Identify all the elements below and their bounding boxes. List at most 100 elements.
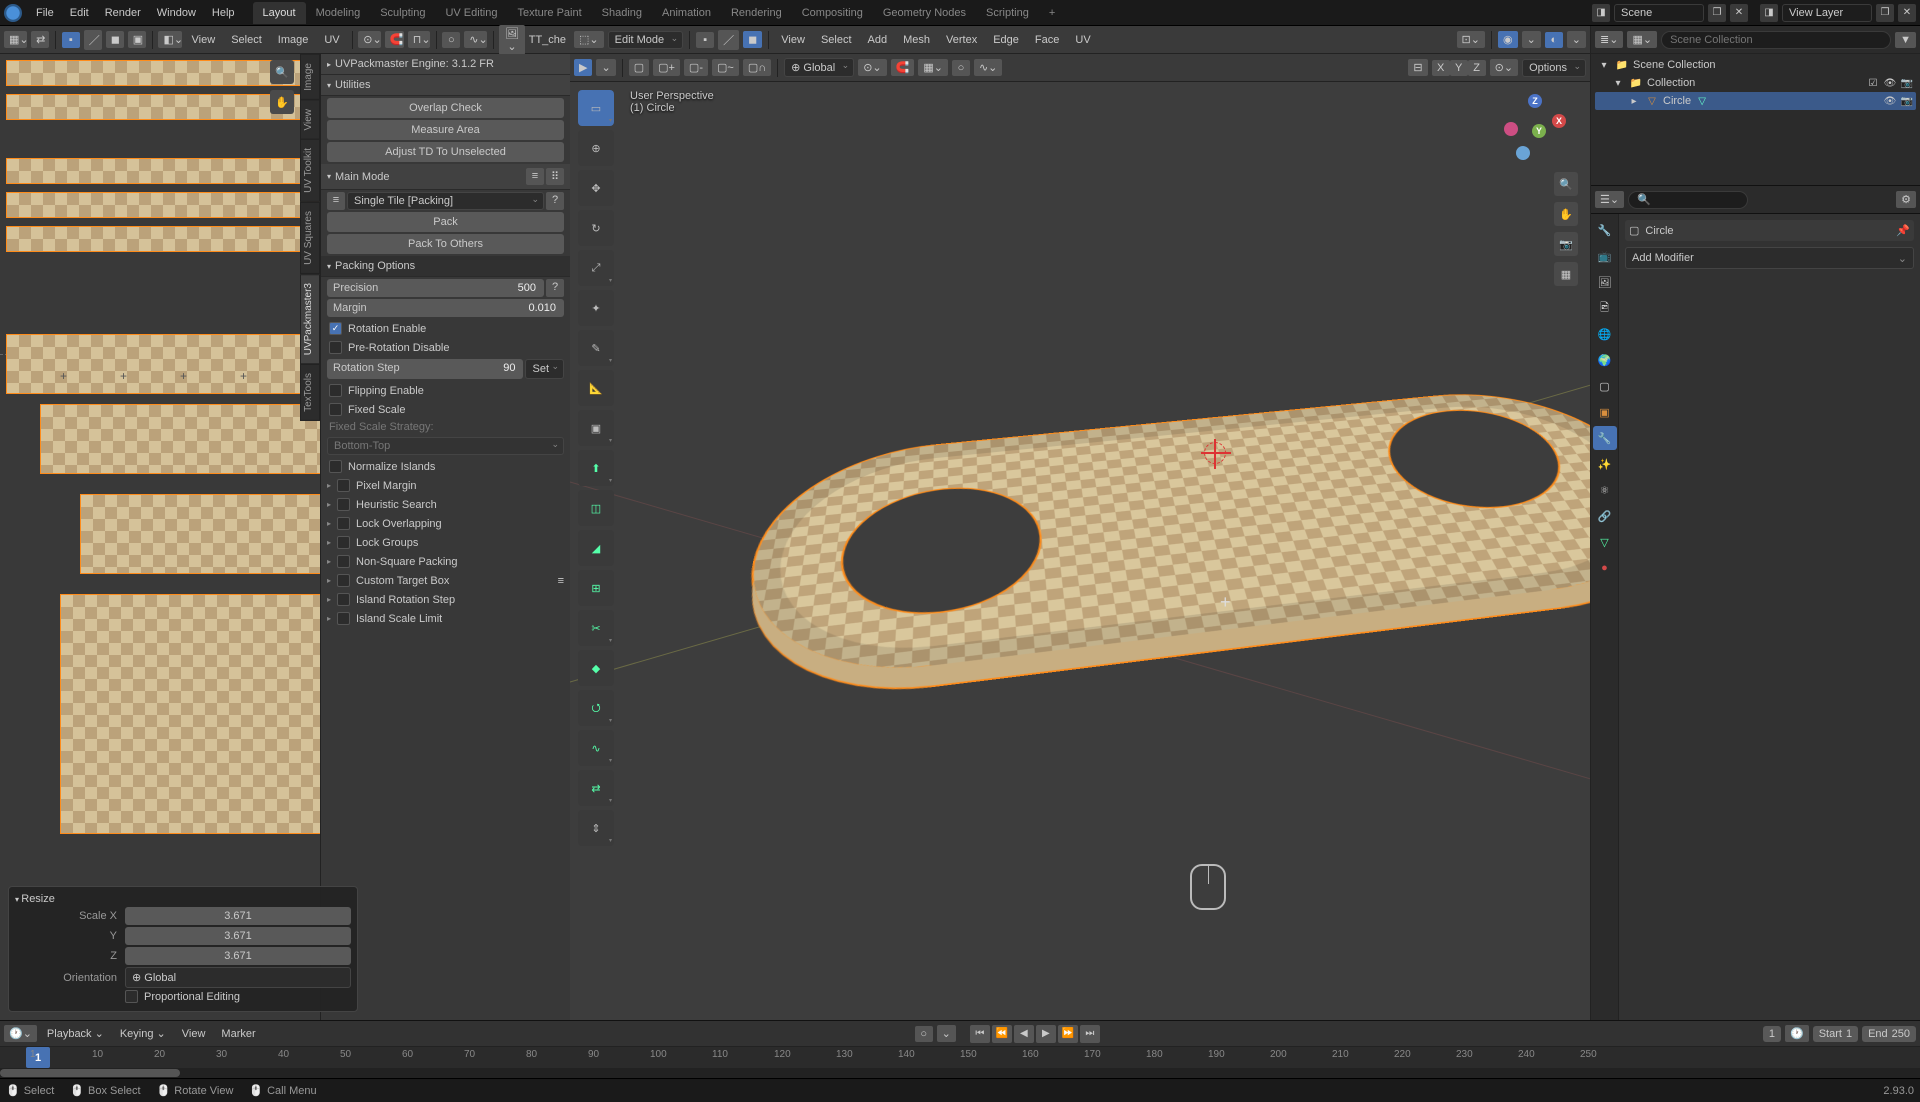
xyz-y[interactable]: Y: [1450, 60, 1468, 76]
gizmo-y[interactable]: Y: [1532, 124, 1546, 138]
overlay-dd-icon[interactable]: ⌄: [1567, 31, 1586, 48]
pan-icon[interactable]: ✋: [270, 90, 294, 114]
tool-transform[interactable]: ✦: [578, 290, 614, 326]
viewlayer-name-input[interactable]: [1782, 4, 1872, 22]
autokey-dd[interactable]: ⌄: [937, 1025, 956, 1042]
tool-annotate[interactable]: ✎▾: [578, 330, 614, 366]
jump-start-icon[interactable]: ⏮: [970, 1025, 990, 1043]
jump-next-key-icon[interactable]: ⏩: [1058, 1025, 1078, 1043]
selmode-vertex[interactable]: ▪: [696, 32, 714, 48]
proportional-checkbox[interactable]: [125, 990, 138, 1003]
tl-menu-view[interactable]: View: [176, 1025, 212, 1043]
mode-help-icon[interactable]: ?: [546, 192, 564, 210]
proptab-constraints[interactable]: 🔗: [1593, 504, 1617, 528]
proptab-scene[interactable]: 🌐: [1593, 322, 1617, 346]
flipping-checkbox[interactable]: Flipping Enable: [321, 381, 570, 400]
tool-loopcut[interactable]: ⊞: [578, 570, 614, 606]
preview-range-icon[interactable]: 🕐: [1785, 1025, 1809, 1042]
tab-geometrynodes[interactable]: Geometry Nodes: [873, 2, 976, 24]
menu-render[interactable]: Render: [97, 3, 149, 23]
props-search-input[interactable]: [1628, 191, 1748, 209]
tab-modeling[interactable]: Modeling: [306, 2, 371, 24]
add-modifier-dropdown[interactable]: Add Modifier: [1625, 247, 1914, 269]
uv-sticky-icon[interactable]: ◧⌄: [158, 31, 181, 48]
select-tool-dd[interactable]: ⌄: [596, 59, 615, 76]
uv-menu-view[interactable]: View: [186, 31, 222, 49]
xyz-x[interactable]: X: [1432, 60, 1450, 76]
camera-icon[interactable]: 📷: [1554, 232, 1578, 256]
packing-options-header[interactable]: ▾Packing Options: [321, 256, 570, 277]
subpanel-custom-target[interactable]: ▸Custom Target Box≡: [321, 571, 570, 590]
tree-collection[interactable]: ▾📁 Collection ☑ 👁 📷: [1595, 74, 1916, 92]
pin-icon[interactable]: 📌: [1896, 224, 1910, 237]
viewlayer-delete-icon[interactable]: ✕: [1898, 4, 1916, 22]
uv-snaptarget-icon[interactable]: ⊓⌄: [408, 31, 430, 48]
uvpm-mainmode-header[interactable]: ▾Main Mode ≡ ⠿: [321, 164, 570, 190]
proptab-object[interactable]: ▢: [1593, 374, 1617, 398]
vp-menu-view[interactable]: View: [775, 31, 811, 49]
mesh-visibility-icon[interactable]: ⊡⌄: [1457, 31, 1485, 48]
tool-measure[interactable]: 📐: [578, 370, 614, 406]
menu-file[interactable]: File: [28, 3, 62, 23]
current-frame-field[interactable]: 1: [1763, 1026, 1781, 1042]
tool-move[interactable]: ✥: [578, 170, 614, 206]
jump-end-icon[interactable]: ⏭: [1080, 1025, 1100, 1043]
selmode-edge[interactable]: ／: [718, 30, 739, 50]
selmode-invert[interactable]: ▢~: [712, 59, 739, 76]
nav-gizmo[interactable]: Z X Y: [1500, 94, 1570, 164]
tl-menu-keying[interactable]: Keying ⌄: [114, 1024, 172, 1043]
orientation-dropdown[interactable]: ⊕ Global: [125, 967, 351, 988]
tool-spin[interactable]: ⭯▾: [578, 690, 614, 726]
snap-toggle[interactable]: 🧲: [891, 59, 915, 76]
tree-object-circle[interactable]: ▸▽ Circle ▽ 👁 📷: [1595, 92, 1916, 110]
tool-bevel[interactable]: ◢: [578, 530, 614, 566]
proptab-mesh[interactable]: ▽: [1593, 530, 1617, 554]
menu-window[interactable]: Window: [149, 3, 204, 23]
tool-rotate[interactable]: ↻: [578, 210, 614, 246]
tool-scale[interactable]: ⤢▾: [578, 250, 614, 286]
subpanel-pixel-margin[interactable]: ▸Pixel Margin: [321, 476, 570, 495]
vp-menu-uv[interactable]: UV: [1069, 31, 1096, 49]
jump-prev-key-icon[interactable]: ⏪: [992, 1025, 1012, 1043]
overlap-check-button[interactable]: Overlap Check: [327, 98, 564, 118]
subpanel-island-rot[interactable]: ▸Island Rotation Step: [321, 590, 570, 609]
scene-new-icon[interactable]: ❐: [1708, 4, 1726, 22]
ortho-icon[interactable]: ▦: [1554, 262, 1578, 286]
start-frame-field[interactable]: Start 1: [1813, 1026, 1858, 1042]
subpanel-heuristic[interactable]: ▸Heuristic Search: [321, 495, 570, 514]
select-tool-icon[interactable]: ▶: [574, 59, 592, 76]
uv-prop-edit-icon[interactable]: ○: [442, 32, 460, 48]
xray-toggle-icon[interactable]: ⊟: [1408, 59, 1427, 76]
subpanel-nonsquare[interactable]: ▸Non-Square Packing: [321, 552, 570, 571]
subpanel-lock-overlap[interactable]: ▸Lock Overlapping: [321, 514, 570, 533]
normalize-islands-checkbox[interactable]: Normalize Islands: [321, 457, 570, 476]
proptab-material[interactable]: ●: [1593, 556, 1617, 580]
resize-title[interactable]: Resize: [15, 893, 351, 905]
ntab-uvsquares[interactable]: UV Squares: [300, 202, 320, 274]
uv-menu-select[interactable]: Select: [225, 31, 268, 49]
tab-scripting[interactable]: Scripting: [976, 2, 1039, 24]
subpanel-island-scale[interactable]: ▸Island Scale Limit: [321, 609, 570, 628]
selmode-sub[interactable]: ▢-: [684, 59, 708, 76]
uv-editor-type-icon[interactable]: ▦⌄: [4, 31, 27, 48]
props-options-icon[interactable]: ⚙: [1896, 191, 1916, 208]
autokey-icon[interactable]: ○: [915, 1026, 933, 1042]
rotation-enable-checkbox[interactable]: Rotation Enable: [321, 319, 570, 338]
tab-sculpting[interactable]: Sculpting: [370, 2, 435, 24]
vp-menu-edge[interactable]: Edge: [987, 31, 1025, 49]
proptab-tool[interactable]: 🔧: [1593, 218, 1617, 242]
outliner-search-input[interactable]: [1661, 31, 1891, 49]
overlay-toggle-icon[interactable]: ◐: [1545, 32, 1563, 48]
tool-smooth[interactable]: ∿▾: [578, 730, 614, 766]
eye-icon[interactable]: 👁: [1883, 94, 1897, 108]
tl-menu-playback[interactable]: Playback ⌄: [41, 1024, 110, 1043]
props-type-icon[interactable]: ☰⌄: [1595, 191, 1624, 208]
rotation-step-set-button[interactable]: Set: [525, 359, 564, 379]
rotation-step-value[interactable]: 90: [495, 359, 523, 379]
scale-z-value[interactable]: 3.671: [125, 947, 351, 965]
vp-menu-add[interactable]: Add: [862, 31, 894, 49]
uv-selmode-vertex[interactable]: ▪: [62, 32, 80, 48]
menu-help[interactable]: Help: [204, 3, 243, 23]
3d-viewport[interactable]: + User Perspective (1) Circle Z X Y 🔍 ✋ …: [570, 82, 1590, 1020]
tl-menu-marker[interactable]: Marker: [215, 1025, 261, 1043]
